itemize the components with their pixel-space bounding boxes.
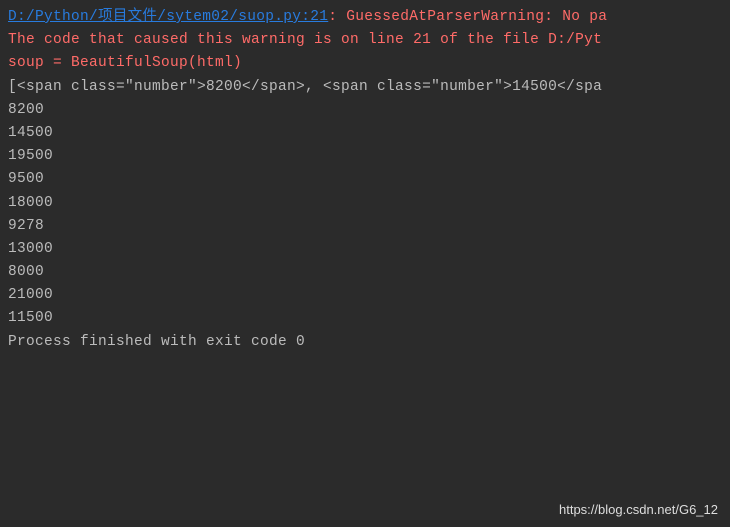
span-list-output: [<span class="number">8200</span>, <span… xyxy=(8,76,722,99)
watermark-text: https://blog.csdn.net/G6_12 xyxy=(559,500,718,521)
number-output: 21000 xyxy=(8,284,722,307)
warning-body-text: The code that caused this warning is on … xyxy=(8,29,722,52)
warning-first-line: D:/Python/项目文件/sytem02/suop.py:21: Guess… xyxy=(8,6,722,29)
number-output: 13000 xyxy=(8,238,722,261)
number-output: 8000 xyxy=(8,261,722,284)
number-output: 9500 xyxy=(8,168,722,191)
console-output-panel: D:/Python/项目文件/sytem02/suop.py:21: Guess… xyxy=(0,0,730,360)
file-path-link[interactable]: D:/Python/项目文件/sytem02/suop.py:21 xyxy=(8,9,328,25)
warning-header-text: : GuessedAtParserWarning: No pa xyxy=(328,9,607,25)
number-output: 9278 xyxy=(8,215,722,238)
warning-code-line: soup = BeautifulSoup(html) xyxy=(8,52,722,75)
number-output: 18000 xyxy=(8,192,722,215)
exit-code-message: Process finished with exit code 0 xyxy=(8,331,722,354)
number-output: 14500 xyxy=(8,122,722,145)
number-output: 19500 xyxy=(8,145,722,168)
number-output: 8200 xyxy=(8,99,722,122)
number-output: 11500 xyxy=(8,307,722,330)
